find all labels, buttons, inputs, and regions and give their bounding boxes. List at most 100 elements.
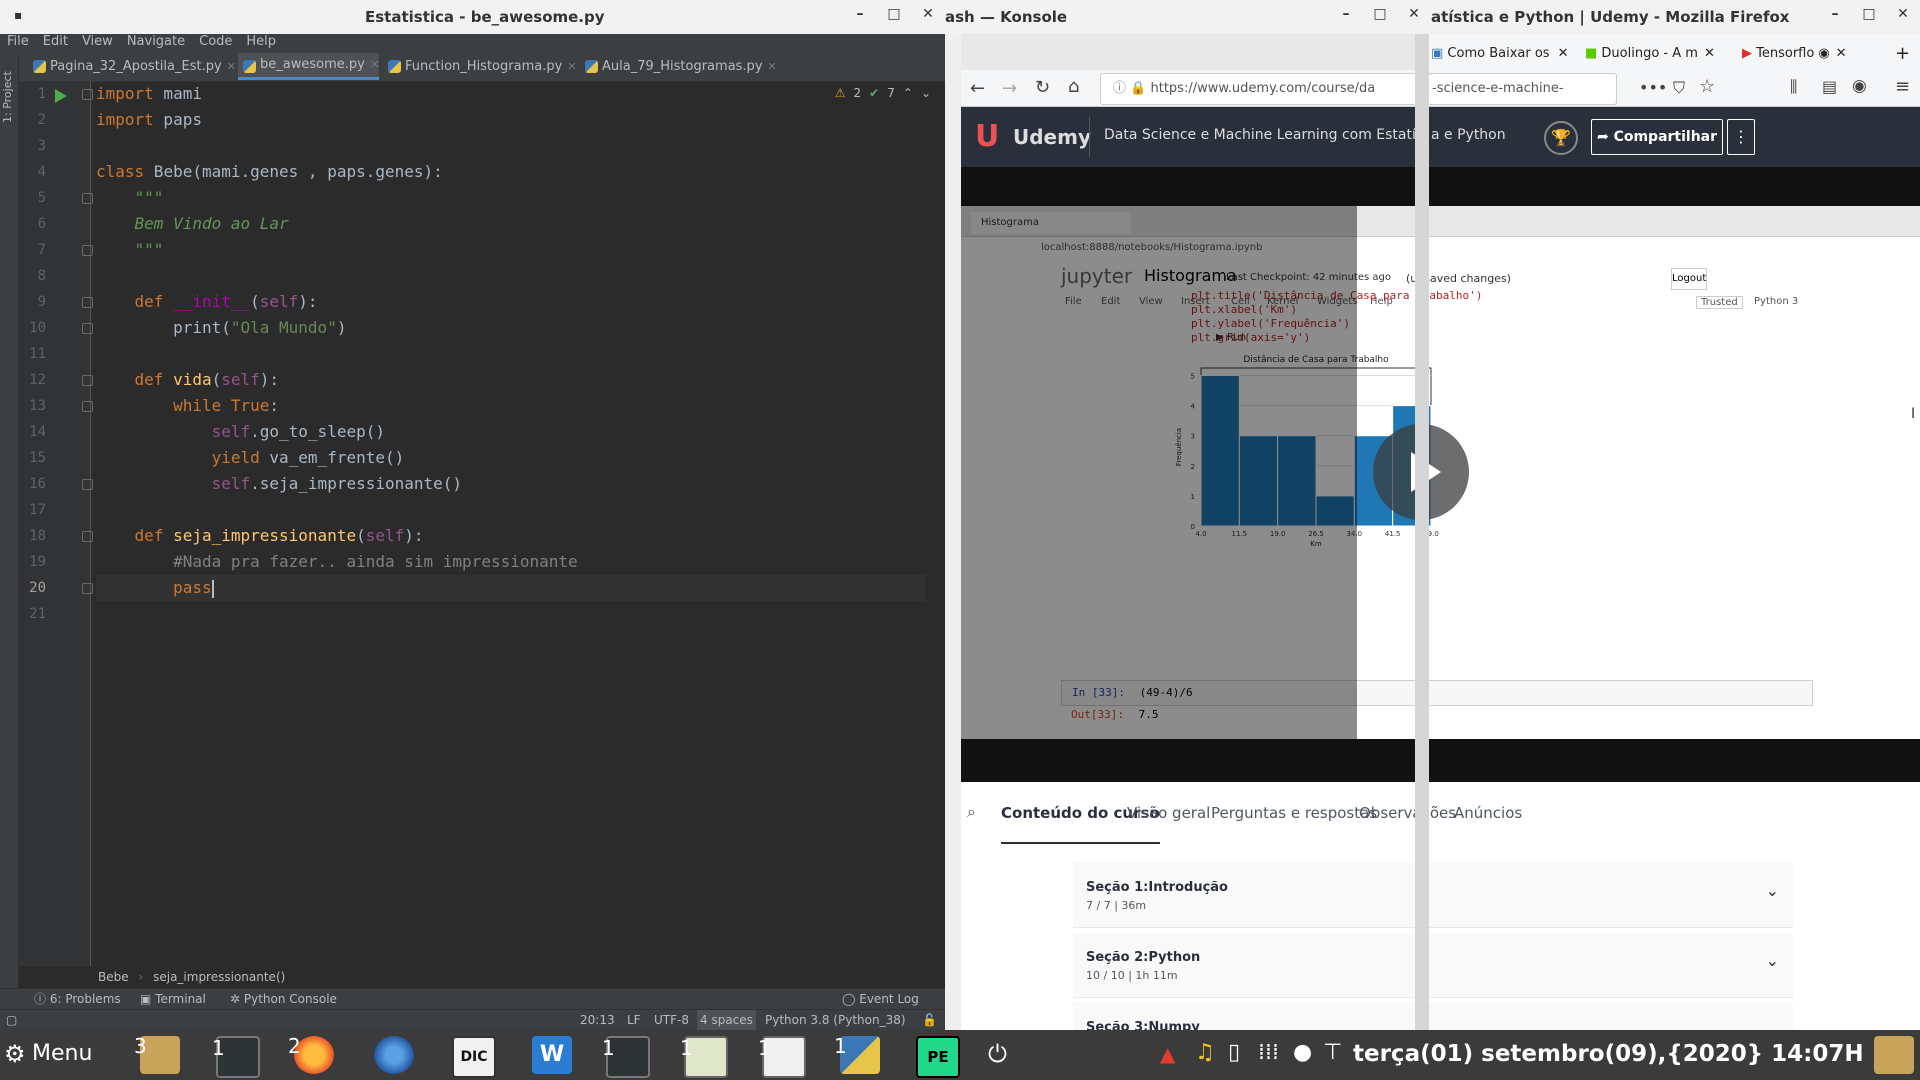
menu-file[interactable]: File <box>7 34 29 49</box>
fold-icon[interactable] <box>82 297 93 308</box>
account-icon[interactable]: ◉ <box>1852 76 1867 96</box>
fold-icon[interactable] <box>82 245 93 256</box>
chevron-down-icon[interactable]: ⌄ <box>1766 881 1779 900</box>
share-button[interactable]: ➦ Compartilhar <box>1591 119 1723 155</box>
apps-grid-icon[interactable]: ⁞⁞⁞ <box>1258 1040 1279 1065</box>
minimize-button[interactable]: – <box>1824 6 1846 22</box>
fold-icon[interactable] <box>82 193 93 204</box>
close-tab-icon[interactable]: ✕ <box>370 58 379 71</box>
tab-overview[interactable]: Visão geral <box>1127 804 1210 822</box>
new-tab-button[interactable]: + <box>1895 41 1910 67</box>
menu-help[interactable]: Help <box>246 34 276 49</box>
power-icon[interactable]: ⏻ <box>988 1040 1007 1068</box>
maximize-button[interactable]: □ <box>883 6 905 22</box>
info-icon[interactable]: ⓘ <box>1113 81 1126 96</box>
close-tab-icon[interactable]: ✕ <box>227 60 236 73</box>
menu-view[interactable]: View <box>82 34 113 49</box>
close-tab-icon[interactable]: ✕ <box>1704 46 1715 61</box>
file-encoding[interactable]: UTF-8 <box>654 1010 689 1030</box>
udemy-logo-icon[interactable]: U <box>975 119 999 154</box>
reload-icon[interactable]: ↻ <box>1035 77 1050 98</box>
code-editor[interactable]: 1 import mami 2 import paps 3 4 class Bebe(… <box>29 81 926 627</box>
course-title-right[interactable]: a e Python <box>1431 127 1506 143</box>
scrollbar[interactable] <box>1415 34 1429 1030</box>
search-icon[interactable]: ⌕ <box>967 802 976 822</box>
section-item[interactable]: Seção 1:Introdução 7 / 7 | 36m ⌄ <box>1073 863 1793 928</box>
close-button[interactable]: ✕ <box>917 6 939 22</box>
fold-icon[interactable] <box>82 323 93 334</box>
close-button[interactable]: ✕ <box>1403 6 1425 22</box>
menu-code[interactable]: Code <box>199 34 232 49</box>
dictionary-icon[interactable]: DIC <box>452 1036 496 1078</box>
problems-button[interactable]: ⓘ 6: Problems <box>34 989 121 1010</box>
tab-qa[interactable]: Perguntas e respostas <box>1211 804 1377 822</box>
fold-icon[interactable] <box>82 479 93 490</box>
more-icon[interactable]: ••• <box>1639 78 1667 97</box>
tab-aula-79[interactable]: Aula_79_Histogramas.py ✕ <box>580 53 777 80</box>
url-bar-right[interactable]: -science-e-machine-learning <box>1430 73 1617 126</box>
globe-icon[interactable] <box>374 1036 414 1074</box>
tab-pagina-32[interactable]: Pagina_32_Apostila_Est.py ✕ <box>28 53 236 80</box>
python-console-button[interactable]: ✲ Python Console <box>230 989 337 1010</box>
tab-notes[interactable]: Observações <box>1359 804 1456 822</box>
minimize-button[interactable]: – <box>849 6 871 22</box>
close-tab-icon[interactable]: ✕ <box>567 60 576 73</box>
pocket-icon[interactable]: ⛉ <box>1673 78 1685 98</box>
terminal-icon[interactable]: 1 <box>602 1036 650 1078</box>
close-tab-icon[interactable]: ✕ <box>1558 46 1569 61</box>
udemy-logo-text[interactable]: Udemy <box>1013 125 1091 149</box>
lock-icon[interactable]: 🔓 <box>922 1010 937 1030</box>
network-icon[interactable]: ⊤ <box>1323 1040 1342 1065</box>
close-tab-icon[interactable]: ✕ <box>768 60 777 73</box>
layout-icon[interactable]: ▢ <box>6 1010 17 1030</box>
minimize-button[interactable]: – <box>1335 6 1357 22</box>
pycharm-icon[interactable]: PE <box>916 1036 960 1078</box>
window-menu-icon[interactable]: ▪ <box>14 8 22 22</box>
menu-edit[interactable]: Edit <box>43 34 68 49</box>
tab-be-awesome[interactable]: be_awesome.py ✕ <box>238 53 380 80</box>
maximize-button[interactable]: □ <box>1858 6 1880 22</box>
fold-icon[interactable] <box>82 89 93 100</box>
run-icon[interactable] <box>55 89 67 103</box>
clock[interactable]: terça(01) setembro(09),{2020} 14:07H <box>1353 1041 1864 1067</box>
show-desktop-icon[interactable] <box>1874 1036 1914 1074</box>
home-icon[interactable]: ⌂ <box>1068 76 1079 97</box>
maximize-button[interactable]: □ <box>1369 6 1391 22</box>
breadcrumb-method[interactable]: seja_impressionante() <box>153 970 285 984</box>
forward-icon[interactable]: → <box>1002 78 1017 99</box>
tab-duolingo[interactable]: ■ Duolingo - A m ✕ <box>1585 41 1715 67</box>
library-icon[interactable]: ⫼ <box>1790 77 1797 97</box>
chevron-down-icon[interactable]: ⌄ <box>1766 951 1779 970</box>
section-item[interactable]: Seção 3:Numpy <box>1073 1003 1793 1030</box>
menu-navigate[interactable]: Navigate <box>127 34 185 49</box>
fold-icon[interactable] <box>82 375 93 386</box>
file-manager-icon[interactable]: 3 <box>134 1034 180 1074</box>
caret-position[interactable]: 20:13 <box>580 1010 615 1030</box>
fold-icon[interactable] <box>82 531 93 542</box>
fold-icon[interactable] <box>82 583 93 594</box>
more-options-icon[interactable]: ⋮ <box>1727 119 1755 155</box>
tab-como-baixar[interactable]: ▣ Como Baixar os ✕ <box>1431 41 1568 67</box>
tab-announcements[interactable]: Anúncios <box>1454 804 1522 822</box>
bookmark-star-icon[interactable]: ☆ <box>1699 76 1715 97</box>
terminal-icon[interactable]: 1 <box>212 1036 260 1078</box>
close-button[interactable]: ✕ <box>1892 6 1914 22</box>
event-log-button[interactable]: ◯ Event Log <box>842 989 919 1010</box>
indent-setting[interactable]: 4 spaces <box>697 1010 756 1030</box>
section-item[interactable]: Seção 2:Python 10 / 10 | 1h 11m ⌄ <box>1073 933 1793 998</box>
breadcrumb-class[interactable]: Bebe <box>98 970 129 984</box>
line-separator[interactable]: LF <box>627 1010 641 1030</box>
close-tab-icon[interactable]: ✕ <box>1836 46 1847 61</box>
fold-icon[interactable] <box>82 401 93 412</box>
firefox-icon[interactable]: 2 <box>288 1034 334 1074</box>
interpreter-setting[interactable]: Python 3.8 (Python_38) <box>765 1010 906 1030</box>
sidebar-icon[interactable]: ▤ <box>1822 77 1837 96</box>
menu-button[interactable]: Menu <box>32 1041 92 1066</box>
battery-icon[interactable]: ▯ <box>1228 1040 1240 1065</box>
user-icon[interactable]: ● <box>1293 1040 1312 1065</box>
python-icon[interactable]: 1 <box>834 1034 880 1074</box>
writer-icon[interactable]: W <box>532 1036 572 1074</box>
back-icon[interactable]: ← <box>970 78 985 99</box>
text-editor-icon[interactable]: 1 <box>758 1036 806 1078</box>
gear-icon[interactable]: ⚙ <box>4 1040 26 1068</box>
